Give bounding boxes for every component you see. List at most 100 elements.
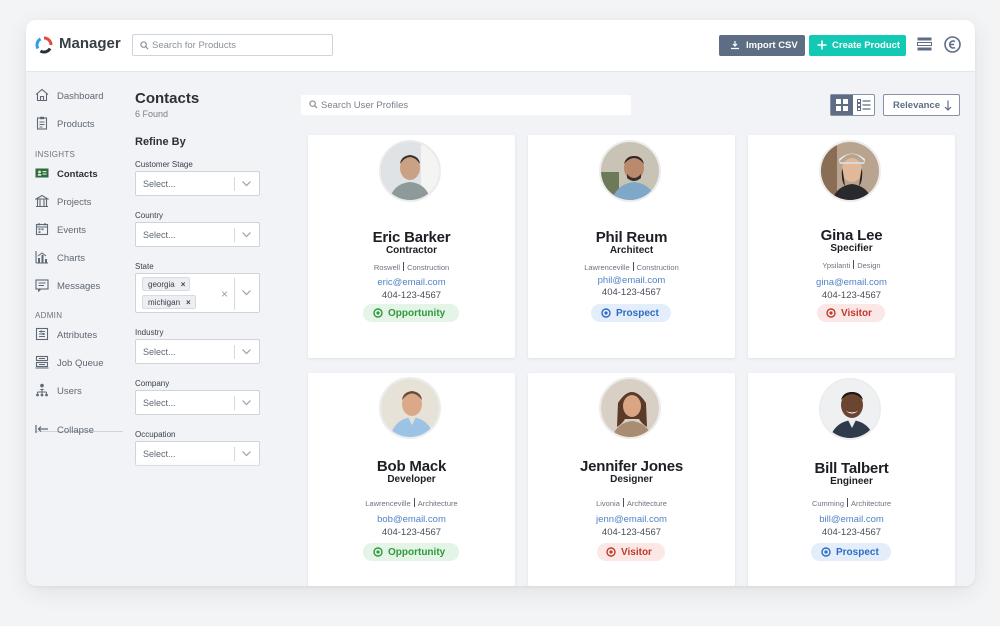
collapse-arrow-icon <box>35 425 48 433</box>
contact-name: Bill Talbert <box>814 460 889 477</box>
sidebar-item-attributes[interactable]: Attributes <box>35 327 125 345</box>
sidebar-label: Projects <box>57 197 92 208</box>
contact-role: Specifier <box>830 243 873 254</box>
grid-view-button[interactable] <box>831 95 853 115</box>
country-label: Country <box>135 211 164 220</box>
industry-select[interactable]: Select... <box>135 339 260 364</box>
account-icon[interactable] <box>944 36 961 53</box>
sidebar-item-contacts[interactable]: Contacts <box>35 166 125 184</box>
status-badge: Prospect <box>591 304 671 322</box>
avatar <box>599 140 661 202</box>
select-divider <box>234 177 235 191</box>
sliders-icon <box>35 327 49 341</box>
contact-city: Lawrenceville <box>365 499 411 508</box>
results-count: 6 Found <box>135 109 169 119</box>
select-divider <box>234 396 235 410</box>
status-badge: Opportunity <box>363 543 459 561</box>
contact-card[interactable]: Bill Talbert Engineer Cumming Architectur… <box>748 373 955 586</box>
product-search-input[interactable]: Search for Products <box>132 34 333 56</box>
contact-card[interactable]: Jennifer Jones Designer Livonia Architect… <box>528 373 735 586</box>
plus-icon <box>817 40 827 50</box>
contact-phone: 404-123-4567 <box>601 527 662 538</box>
contact-role: Contractor <box>385 245 438 256</box>
country-select[interactable]: Select... <box>135 222 260 247</box>
state-multiselect[interactable]: georgia × michigan × × <box>135 273 260 313</box>
company-select[interactable]: Select... <box>135 390 260 415</box>
create-product-button[interactable]: Create Product <box>809 35 906 56</box>
state-chip-georgia[interactable]: georgia × <box>142 277 191 291</box>
table-layout-icon[interactable] <box>917 37 932 51</box>
status-label: Opportunity <box>388 547 446 558</box>
chevron-down-icon <box>242 451 251 457</box>
contact-city: Roswell <box>373 263 401 272</box>
target-icon <box>373 308 383 318</box>
sidebar-label: Events <box>57 225 87 236</box>
sort-relevance-button[interactable]: Relevance <box>883 94 960 116</box>
state-chip-michigan[interactable]: michigan × <box>142 295 196 309</box>
sidebar-item-products[interactable]: Products <box>35 116 125 134</box>
contact-city: Livonia <box>596 499 620 508</box>
contact-phone: 404-123-4567 <box>601 287 662 298</box>
section-admin: ADMIN <box>35 311 63 320</box>
contact-city: Ypsilanti <box>822 261 851 270</box>
clipboard-icon <box>36 116 48 130</box>
contact-industry: Architecture <box>626 499 667 508</box>
contact-city: Lawrenceville <box>584 263 630 272</box>
contact-card[interactable]: Eric Barker Contractor Roswell Constructi… <box>308 135 515 358</box>
meta-divider <box>622 498 624 507</box>
chevron-down-icon <box>242 400 251 406</box>
contact-phone: 404-123-4567 <box>381 527 442 538</box>
select-placeholder: Select... <box>143 230 176 240</box>
contact-email[interactable]: gina@email.com <box>748 277 955 288</box>
building-icon <box>35 194 49 208</box>
sidebar-label: Dashboard <box>57 91 104 102</box>
customer-stage-select[interactable]: Select... <box>135 171 260 196</box>
contacts-card-icon <box>35 168 49 178</box>
sidebar-item-projects[interactable]: Projects <box>35 194 125 212</box>
sidebar-item-users[interactable]: Users <box>35 383 125 401</box>
chevron-down-icon <box>242 232 251 238</box>
select-divider <box>234 228 235 242</box>
target-icon <box>826 308 836 318</box>
contact-meta: Lawrenceville Construction <box>528 262 735 272</box>
contact-email[interactable]: jenn@email.com <box>528 514 735 525</box>
contact-email[interactable]: eric@email.com <box>308 277 515 288</box>
search-icon <box>309 100 318 109</box>
sidebar-item-events[interactable]: Events <box>35 222 125 240</box>
contact-card[interactable]: Bob Mack Developer Lawrenceville Architec… <box>308 373 515 586</box>
select-placeholder: Select... <box>143 347 176 357</box>
sidebar-item-dashboard[interactable]: Dashboard <box>35 88 125 106</box>
contact-email[interactable]: phil@email.com <box>528 275 735 286</box>
chip-remove-icon[interactable]: × <box>186 298 191 307</box>
meta-divider <box>403 262 405 271</box>
clear-selection-icon[interactable]: × <box>221 287 228 301</box>
import-csv-button[interactable]: Import CSV <box>719 35 805 56</box>
app-window: Manager Search for Products Import CSV C… <box>26 20 975 586</box>
contact-phone: 404-123-4567 <box>821 527 882 538</box>
org-chart-icon <box>36 383 48 397</box>
sidebar-label: Attributes <box>57 330 98 341</box>
chip-label: michigan <box>148 298 181 307</box>
collapse-button[interactable]: Collapse <box>35 422 125 440</box>
occupation-label: Occupation <box>135 430 176 439</box>
sidebar-item-charts[interactable]: Charts <box>35 250 125 268</box>
user-profile-search-input[interactable]: Search User Profiles <box>301 95 631 115</box>
contact-name: Gina Lee <box>820 227 883 244</box>
page-title: Contacts <box>135 90 200 107</box>
server-stack-icon <box>35 355 49 369</box>
import-csv-label: Import CSV <box>746 40 798 51</box>
sidebar-item-job-queue[interactable]: Job Queue <box>35 355 125 373</box>
contact-card[interactable]: Gina Lee Specifier Ypsilanti Design gina@… <box>748 135 955 358</box>
contact-card[interactable]: Phil Reum Architect Lawrenceville Constru… <box>528 135 735 358</box>
chip-remove-icon[interactable]: × <box>181 280 186 289</box>
refine-by-heading: Refine By <box>135 136 186 148</box>
section-insights: INSIGHTS <box>35 150 76 159</box>
contact-email[interactable]: bill@email.com <box>748 514 955 525</box>
contact-phone: 404-123-4567 <box>381 290 442 301</box>
app-title: Manager <box>59 35 121 52</box>
contact-name: Bob Mack <box>376 458 447 475</box>
sidebar-item-messages[interactable]: Messages <box>35 278 125 296</box>
target-icon <box>821 547 831 557</box>
contact-email[interactable]: bob@email.com <box>308 514 515 525</box>
arrow-down-icon <box>944 100 952 111</box>
